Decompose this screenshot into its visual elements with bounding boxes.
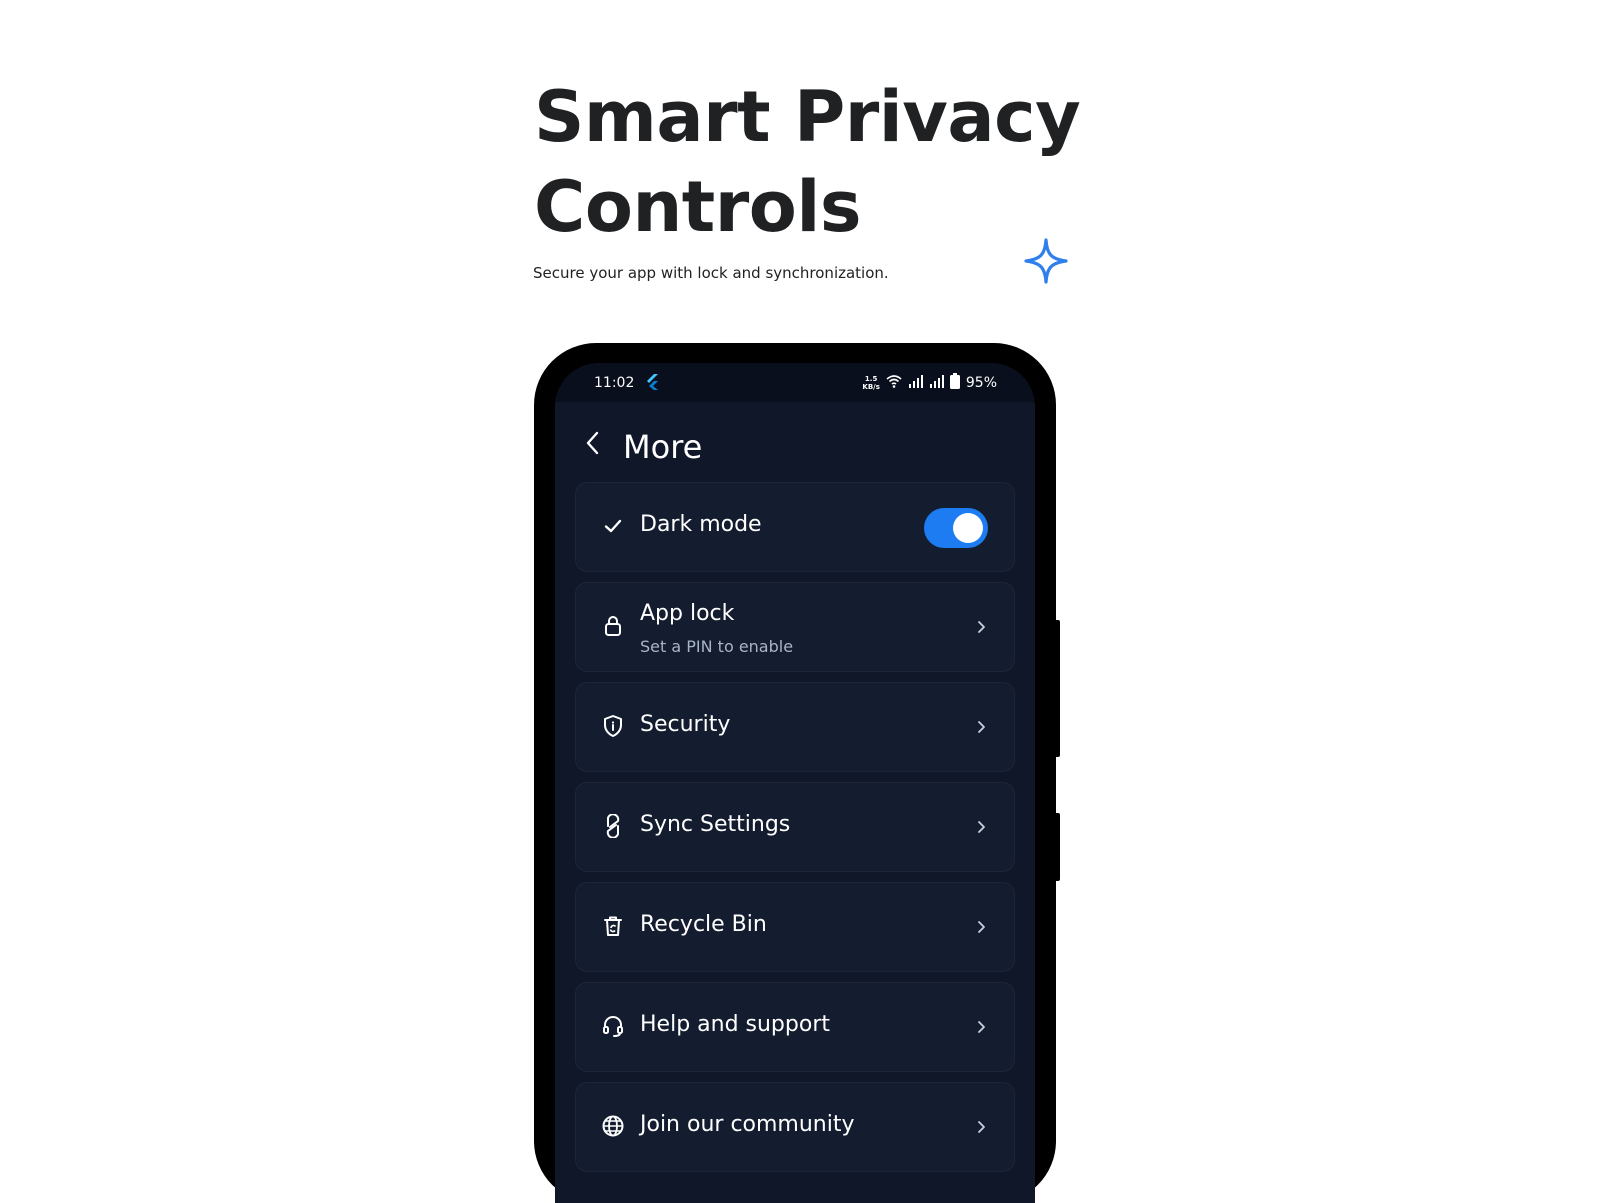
battery-icon bbox=[949, 373, 960, 393]
hero-subtitle: Secure your app with lock and synchroniz… bbox=[533, 264, 889, 282]
help-support-row[interactable]: Help and support bbox=[575, 982, 1015, 1072]
hero-title: Smart Privacy Controls bbox=[534, 72, 1134, 252]
recycle-bin-label: Recycle Bin bbox=[640, 912, 767, 937]
security-label: Security bbox=[640, 712, 731, 737]
status-bar: 11:02 1.5 KB/s 95% bbox=[555, 363, 1035, 402]
lock-icon bbox=[601, 614, 625, 638]
community-label: Join our community bbox=[640, 1112, 855, 1137]
toggle-knob bbox=[953, 513, 983, 543]
hero-title-line1: Smart Privacy bbox=[534, 76, 1081, 158]
chevron-right-icon bbox=[976, 720, 986, 734]
headset-icon bbox=[601, 1014, 625, 1038]
sync-settings-label: Sync Settings bbox=[640, 812, 791, 837]
sync-settings-row[interactable]: Sync Settings bbox=[575, 782, 1015, 872]
chevron-right-icon bbox=[976, 1120, 986, 1134]
status-time: 11:02 bbox=[594, 375, 635, 391]
app-bar: More bbox=[555, 402, 1035, 482]
network-speed-value: 1.5 bbox=[864, 375, 878, 383]
flutter-icon bbox=[645, 374, 659, 394]
security-row[interactable]: Security bbox=[575, 682, 1015, 772]
sparkle-icon bbox=[1023, 238, 1069, 284]
help-support-label: Help and support bbox=[640, 1012, 830, 1037]
app-lock-row[interactable]: App lock Set a PIN to enable bbox=[575, 582, 1015, 672]
sync-icon bbox=[601, 813, 625, 839]
wifi-icon bbox=[886, 374, 902, 392]
check-icon bbox=[601, 514, 625, 538]
back-arrow-icon[interactable] bbox=[583, 430, 603, 456]
dark-mode-row[interactable]: Dark mode bbox=[575, 482, 1015, 572]
shield-icon bbox=[601, 714, 625, 738]
signal-icon-1 bbox=[908, 374, 923, 392]
network-speed: 1.5 KB/s bbox=[862, 375, 879, 391]
phone-screen: 11:02 1.5 KB/s 95% More Dark mode App lo… bbox=[555, 363, 1035, 1203]
chevron-right-icon bbox=[976, 920, 986, 934]
status-icons: 1.5 KB/s 95% bbox=[862, 373, 997, 393]
app-lock-label: App lock bbox=[640, 601, 735, 626]
page-title: More bbox=[623, 428, 703, 466]
battery-percent: 95% bbox=[965, 375, 997, 391]
dark-mode-toggle[interactable] bbox=[924, 508, 988, 548]
chevron-right-icon bbox=[976, 1020, 986, 1034]
community-row[interactable]: Join our community bbox=[575, 1082, 1015, 1172]
recycle-bin-icon bbox=[601, 914, 625, 938]
signal-icon-2 bbox=[929, 374, 944, 392]
globe-icon bbox=[601, 1114, 625, 1138]
app-lock-sublabel: Set a PIN to enable bbox=[640, 637, 794, 656]
chevron-right-icon bbox=[976, 620, 986, 634]
chevron-right-icon bbox=[976, 820, 986, 834]
network-speed-unit: KB/s bbox=[862, 383, 880, 391]
dark-mode-label: Dark mode bbox=[640, 512, 762, 537]
phone-frame: 11:02 1.5 KB/s 95% More Dark mode App lo… bbox=[534, 343, 1056, 1203]
recycle-bin-row[interactable]: Recycle Bin bbox=[575, 882, 1015, 972]
settings-list: Dark mode App lock Set a PIN to enable S… bbox=[575, 482, 1015, 1182]
